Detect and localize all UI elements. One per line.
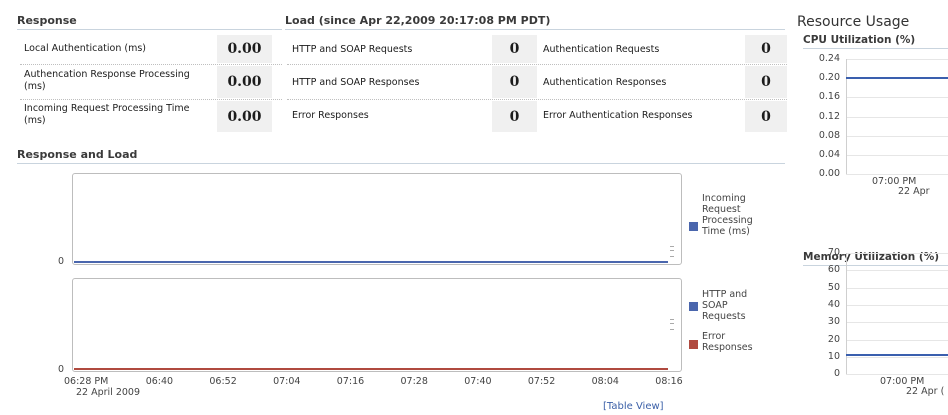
y-tick-label: 70 xyxy=(827,247,840,258)
gridline xyxy=(846,59,948,60)
load-row-value: 0 xyxy=(745,66,787,98)
y-tick-label: 50 xyxy=(827,281,840,293)
legend-label: HTTP and SOAP Requests xyxy=(702,289,748,322)
response-row-value: 0.00 xyxy=(217,101,272,132)
response-and-load-title: Response and Load xyxy=(17,148,138,161)
gridline xyxy=(846,322,948,324)
gridline xyxy=(846,135,948,137)
utilization-series-line xyxy=(846,77,948,80)
load-row-value: 0 xyxy=(745,101,787,132)
gridline xyxy=(846,155,948,156)
load-row-label: HTTP and SOAP Responses xyxy=(292,77,420,88)
x-axis-date-label: 22 April 2009 xyxy=(76,387,141,398)
gridline xyxy=(846,253,948,254)
gridline xyxy=(846,287,948,289)
x-tick-label: 07:16 xyxy=(336,376,365,387)
load-row-label: Authentication Requests xyxy=(543,44,660,55)
load-row-label: Error Authentication Responses xyxy=(543,110,693,121)
gridline xyxy=(846,97,948,99)
x-tick-label: 08:04 xyxy=(591,376,619,387)
y-tick-label: 40 xyxy=(827,299,840,311)
cpu-utilization-title: CPU Utilization (%) xyxy=(803,34,916,46)
x-tick-label: 07:40 xyxy=(464,376,492,387)
x-tick-label: 06:28 PM xyxy=(64,376,109,387)
load-row-label: Error Responses xyxy=(292,110,369,121)
y-tick-label: 0.00 xyxy=(818,168,840,180)
response-row-value: 0.00 xyxy=(217,35,272,63)
load-section-title: Load (since Apr 22,2009 20:17:08 PM PDT) xyxy=(285,14,551,27)
gridline xyxy=(846,116,948,118)
response-row-label: Local Authentication (ms) xyxy=(24,43,147,54)
load-row-value: 0 xyxy=(492,35,537,63)
cpu-title-rule xyxy=(803,48,948,49)
y-tick-label: 0 xyxy=(833,368,840,380)
load-row-label: Authentication Responses xyxy=(543,77,667,88)
y-tick-label: 60 xyxy=(827,264,840,276)
load-row-value: 0 xyxy=(492,66,537,98)
row-separator xyxy=(287,99,787,101)
response-row-label: Authencation Response Processing (ms) xyxy=(24,69,190,92)
legend-label: Error Responses xyxy=(702,331,753,353)
legend-swatch xyxy=(689,222,698,231)
y-tick-label: 30 xyxy=(827,316,840,328)
y-tick-label: 0.24 xyxy=(818,53,840,64)
y-tick-label: 20 xyxy=(827,333,840,345)
x-tick-label: 08:16 xyxy=(655,376,683,387)
response-time-chart xyxy=(72,173,682,265)
gridline xyxy=(846,270,948,272)
row-separator xyxy=(287,64,787,66)
y-tick-label: 0.16 xyxy=(818,91,840,103)
response-title-rule xyxy=(17,29,282,30)
x-tick-label: 07:04 xyxy=(273,376,301,387)
gridline xyxy=(846,305,948,307)
y-tick-label: 10 xyxy=(827,351,840,363)
y-tick-label: 0.04 xyxy=(818,149,840,160)
load-title-rule xyxy=(285,29,785,30)
response-and-load-rule xyxy=(17,163,785,164)
load-row-label: HTTP and SOAP Requests xyxy=(292,44,413,55)
legend-swatch xyxy=(689,302,698,311)
legend-resize-handle[interactable] xyxy=(670,319,674,330)
y-tick-label: 0.08 xyxy=(818,129,840,141)
x-tick-label: 07:28 xyxy=(400,376,428,387)
resource-usage-title: Resource Usage xyxy=(797,14,910,30)
y-tick-label: 0.20 xyxy=(818,72,840,84)
utilization-series-line xyxy=(846,354,948,357)
legend-label: Incoming Request Processing Time (ms) xyxy=(702,193,753,237)
y-tick-label: 0.12 xyxy=(818,110,840,122)
load-row-value: 0 xyxy=(745,35,787,63)
load-chart xyxy=(72,278,682,372)
cpu-x-date: 22 Apr xyxy=(898,186,930,197)
response-time-series-line xyxy=(74,261,668,263)
x-tick-label: 06:52 xyxy=(209,376,237,387)
legend-swatch xyxy=(689,340,698,349)
table-view-link[interactable]: [Table View] xyxy=(603,401,664,412)
x-tick-label: 07:52 xyxy=(527,376,556,387)
gridline xyxy=(846,357,948,359)
memory-x-date: 22 Apr ( xyxy=(906,386,945,397)
gridline xyxy=(846,339,948,341)
x-tick-label: 06:40 xyxy=(145,376,174,387)
response-row-label: Incoming Request Processing Time (ms) xyxy=(24,103,190,126)
response-section-title: Response xyxy=(17,14,77,27)
legend-resize-handle[interactable] xyxy=(670,246,674,257)
error-responses-series-line xyxy=(74,368,668,370)
response-row-value: 0.00 xyxy=(217,66,272,98)
y-tick-label: 0 xyxy=(57,364,64,375)
load-row-value: 0 xyxy=(492,101,537,132)
y-tick-label: 0 xyxy=(57,256,64,267)
